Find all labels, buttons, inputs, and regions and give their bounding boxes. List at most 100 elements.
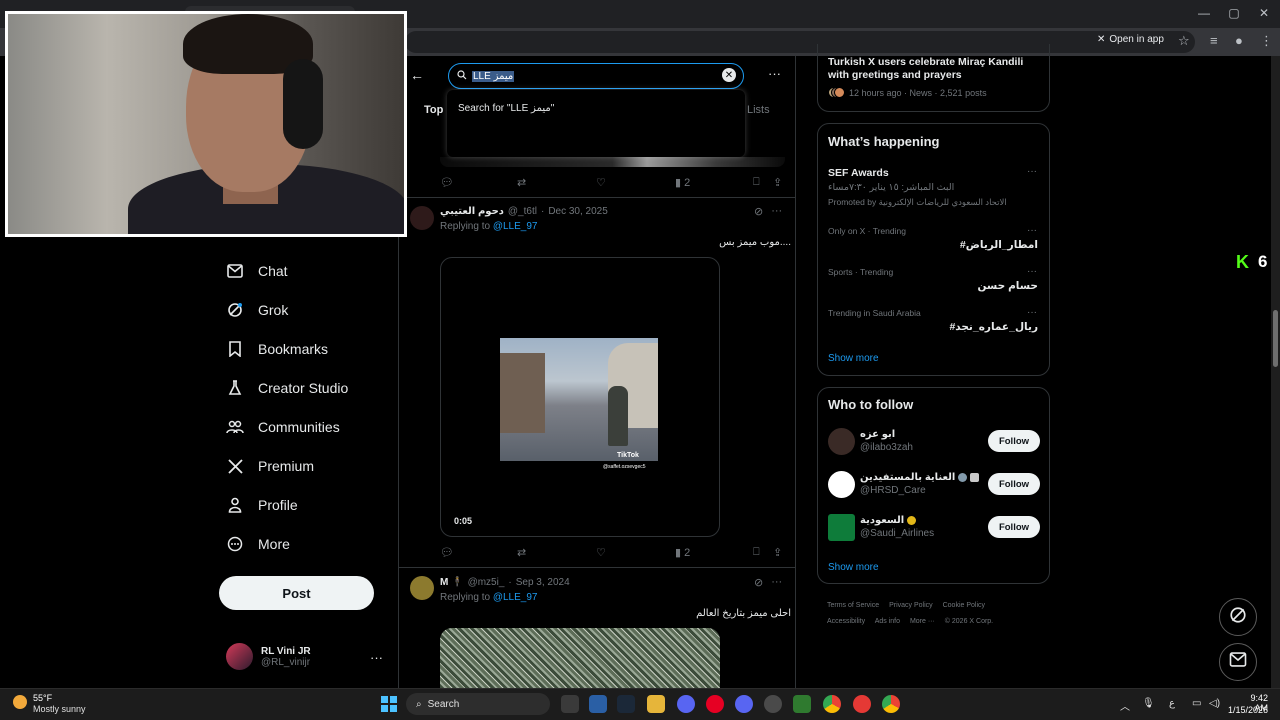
discord-icon[interactable] — [677, 695, 695, 713]
discord-icon[interactable] — [735, 695, 753, 713]
app-icon[interactable] — [793, 695, 811, 713]
video-thumbnail[interactable] — [500, 338, 658, 461]
nav-item-profile[interactable]: Profile — [226, 494, 298, 516]
weather-description[interactable]: Mostly sunny — [33, 704, 86, 714]
nav-item-more[interactable]: More — [226, 533, 290, 555]
reply-icon[interactable]: 💬︎ — [440, 546, 454, 559]
footer-link[interactable]: Ads info — [875, 618, 900, 625]
show-more-follow[interactable]: Show more — [828, 562, 879, 573]
tab-top[interactable]: Top — [424, 104, 443, 116]
tweet-media[interactable] — [440, 157, 785, 167]
app-icon[interactable] — [589, 695, 607, 713]
chrome-icon[interactable] — [823, 695, 841, 713]
app-icon[interactable] — [764, 695, 782, 713]
follow-suggestion[interactable]: السعودية @Saudi_Airlines Follow — [828, 514, 1040, 544]
weather-temperature[interactable]: 55°F — [33, 693, 52, 703]
footer-link[interactable]: Accessibility — [827, 618, 865, 625]
footer-link[interactable]: Privacy Policy — [889, 602, 933, 609]
tweet-more-icon[interactable]: ··· — [771, 576, 782, 589]
media-player-icon[interactable] — [853, 695, 871, 713]
start-button[interactable] — [381, 696, 397, 712]
like-icon[interactable]: ♡ — [596, 176, 606, 189]
page-scrollbar[interactable] — [1271, 56, 1280, 688]
nav-item-premium[interactable]: Premium — [226, 455, 314, 477]
avatar[interactable] — [410, 206, 434, 230]
clock-date[interactable]: 1/15/2026 — [1226, 705, 1268, 715]
grok-icon[interactable]: ⊘ — [754, 576, 763, 589]
views-icon[interactable]: ▮ 2 — [675, 176, 690, 189]
weather-icon[interactable] — [13, 695, 27, 709]
chrome-icon[interactable] — [882, 695, 900, 713]
trend-more-icon[interactable]: ··· — [1027, 166, 1037, 177]
follow-suggestion[interactable]: العناية بالمستفيدين @HRSD_Care Follow — [828, 471, 1040, 501]
network-icon[interactable]: ▭ — [1192, 698, 1201, 709]
task-view-icon[interactable] — [561, 695, 579, 713]
tab-lists[interactable]: Lists — [747, 104, 770, 116]
footer-link[interactable]: More ··· — [910, 618, 935, 625]
tweet-author-name[interactable]: M 🕴 — [440, 577, 464, 588]
promo-title[interactable]: SEF Awards — [828, 167, 889, 179]
nav-item-grok[interactable]: Grok — [226, 299, 288, 321]
steam-icon[interactable] — [617, 695, 635, 713]
nav-item-chat[interactable]: Chat — [226, 260, 288, 282]
grok-icon[interactable]: ⊘ — [754, 205, 763, 218]
nav-item-creator-studio[interactable]: Creator Studio — [226, 377, 348, 399]
trend-more-icon[interactable]: ··· — [1027, 266, 1037, 277]
bookmark-icon[interactable]: ⎕ — [753, 546, 760, 559]
views-icon[interactable]: ▮ 2 — [675, 546, 690, 559]
repost-icon[interactable]: ⇄ — [517, 546, 526, 559]
search-suggestion-item[interactable]: Search for "LLE ميمز" — [458, 103, 554, 114]
tweet-date[interactable]: Dec 30, 2025 — [548, 206, 608, 217]
file-explorer-icon[interactable] — [647, 695, 665, 713]
pinterest-icon[interactable] — [706, 695, 724, 713]
nav-item-communities[interactable]: Communities — [226, 416, 340, 438]
follow-button[interactable]: Follow — [988, 430, 1040, 452]
tweet-author-name[interactable]: دحوم العتيبي — [440, 206, 504, 217]
reply-icon[interactable]: 💬︎ — [440, 176, 454, 189]
trend-more-icon[interactable]: ··· — [1027, 307, 1037, 318]
scrollbar-thumb[interactable] — [1273, 310, 1278, 367]
tweet-image[interactable] — [440, 628, 720, 688]
messages-fab-button[interactable] — [1219, 643, 1257, 681]
footer-link[interactable]: Cookie Policy — [943, 602, 985, 609]
microphone-icon[interactable]: 🎙︎ — [1142, 698, 1155, 709]
trend-more-icon[interactable]: ··· — [1027, 225, 1037, 236]
taskbar-search[interactable]: ⌕ Search — [406, 693, 550, 715]
nav-item-bookmarks[interactable]: Bookmarks — [226, 338, 328, 360]
browser-menu-icon[interactable]: ⋮ — [1260, 33, 1273, 49]
share-icon[interactable]: ⇪ — [773, 546, 782, 559]
back-arrow-icon[interactable]: ← — [410, 67, 424, 83]
minimize-icon[interactable]: — — [1189, 6, 1219, 20]
reading-list-icon[interactable]: ≡ — [1210, 33, 1218, 48]
avatar[interactable] — [410, 576, 434, 600]
search-input[interactable]: LLE ميمز — [448, 63, 744, 89]
profile-icon[interactable]: ● — [1235, 33, 1243, 48]
news-title[interactable]: Turkish X users celebrate Miraç Kandili … — [828, 56, 1043, 82]
trend-title[interactable]: #ريال_عماره_نجد — [949, 321, 1038, 333]
maximize-icon[interactable]: ▢ — [1219, 6, 1249, 20]
bookmark-icon[interactable]: ⎕ — [753, 176, 760, 189]
share-icon[interactable]: ⇪ — [773, 176, 782, 189]
repost-icon[interactable]: ⇄ — [517, 176, 526, 189]
star-icon[interactable]: ☆ — [1178, 33, 1190, 49]
close-window-icon[interactable]: ✕ — [1249, 6, 1279, 20]
volume-icon[interactable]: ◁) — [1209, 698, 1220, 709]
promo-by[interactable]: Promoted by الاتحاد السعودي للرياضات الإ… — [828, 197, 1007, 208]
grok-fab-button[interactable] — [1219, 598, 1257, 636]
tweet-author-handle[interactable]: @mz5i_ — [468, 577, 505, 588]
trend-title[interactable]: حسام حسن — [977, 280, 1038, 292]
tweet-date[interactable]: Sep 3, 2024 — [516, 577, 570, 588]
tweet-more-icon[interactable]: ··· — [771, 205, 782, 218]
tray-overflow-icon[interactable]: ︿ — [1120, 698, 1130, 713]
show-more-trends[interactable]: Show more — [828, 353, 879, 364]
follow-suggestion[interactable]: ابو عزه @ilabo3zah Follow — [828, 428, 1040, 458]
search-more-icon[interactable]: ··· — [768, 66, 781, 81]
account-switcher[interactable]: RL Vini JR @RL_vinijr — [226, 643, 311, 670]
follow-button[interactable]: Follow — [988, 516, 1040, 538]
clear-search-icon[interactable]: ✕ — [722, 68, 736, 82]
language-indicator[interactable]: ع — [1169, 698, 1175, 709]
open-in-app-button[interactable]: ✕ Open in app — [1097, 34, 1164, 45]
follow-button[interactable]: Follow — [988, 473, 1040, 495]
address-bar[interactable] — [405, 31, 1195, 53]
post-button[interactable]: Post — [219, 576, 374, 610]
